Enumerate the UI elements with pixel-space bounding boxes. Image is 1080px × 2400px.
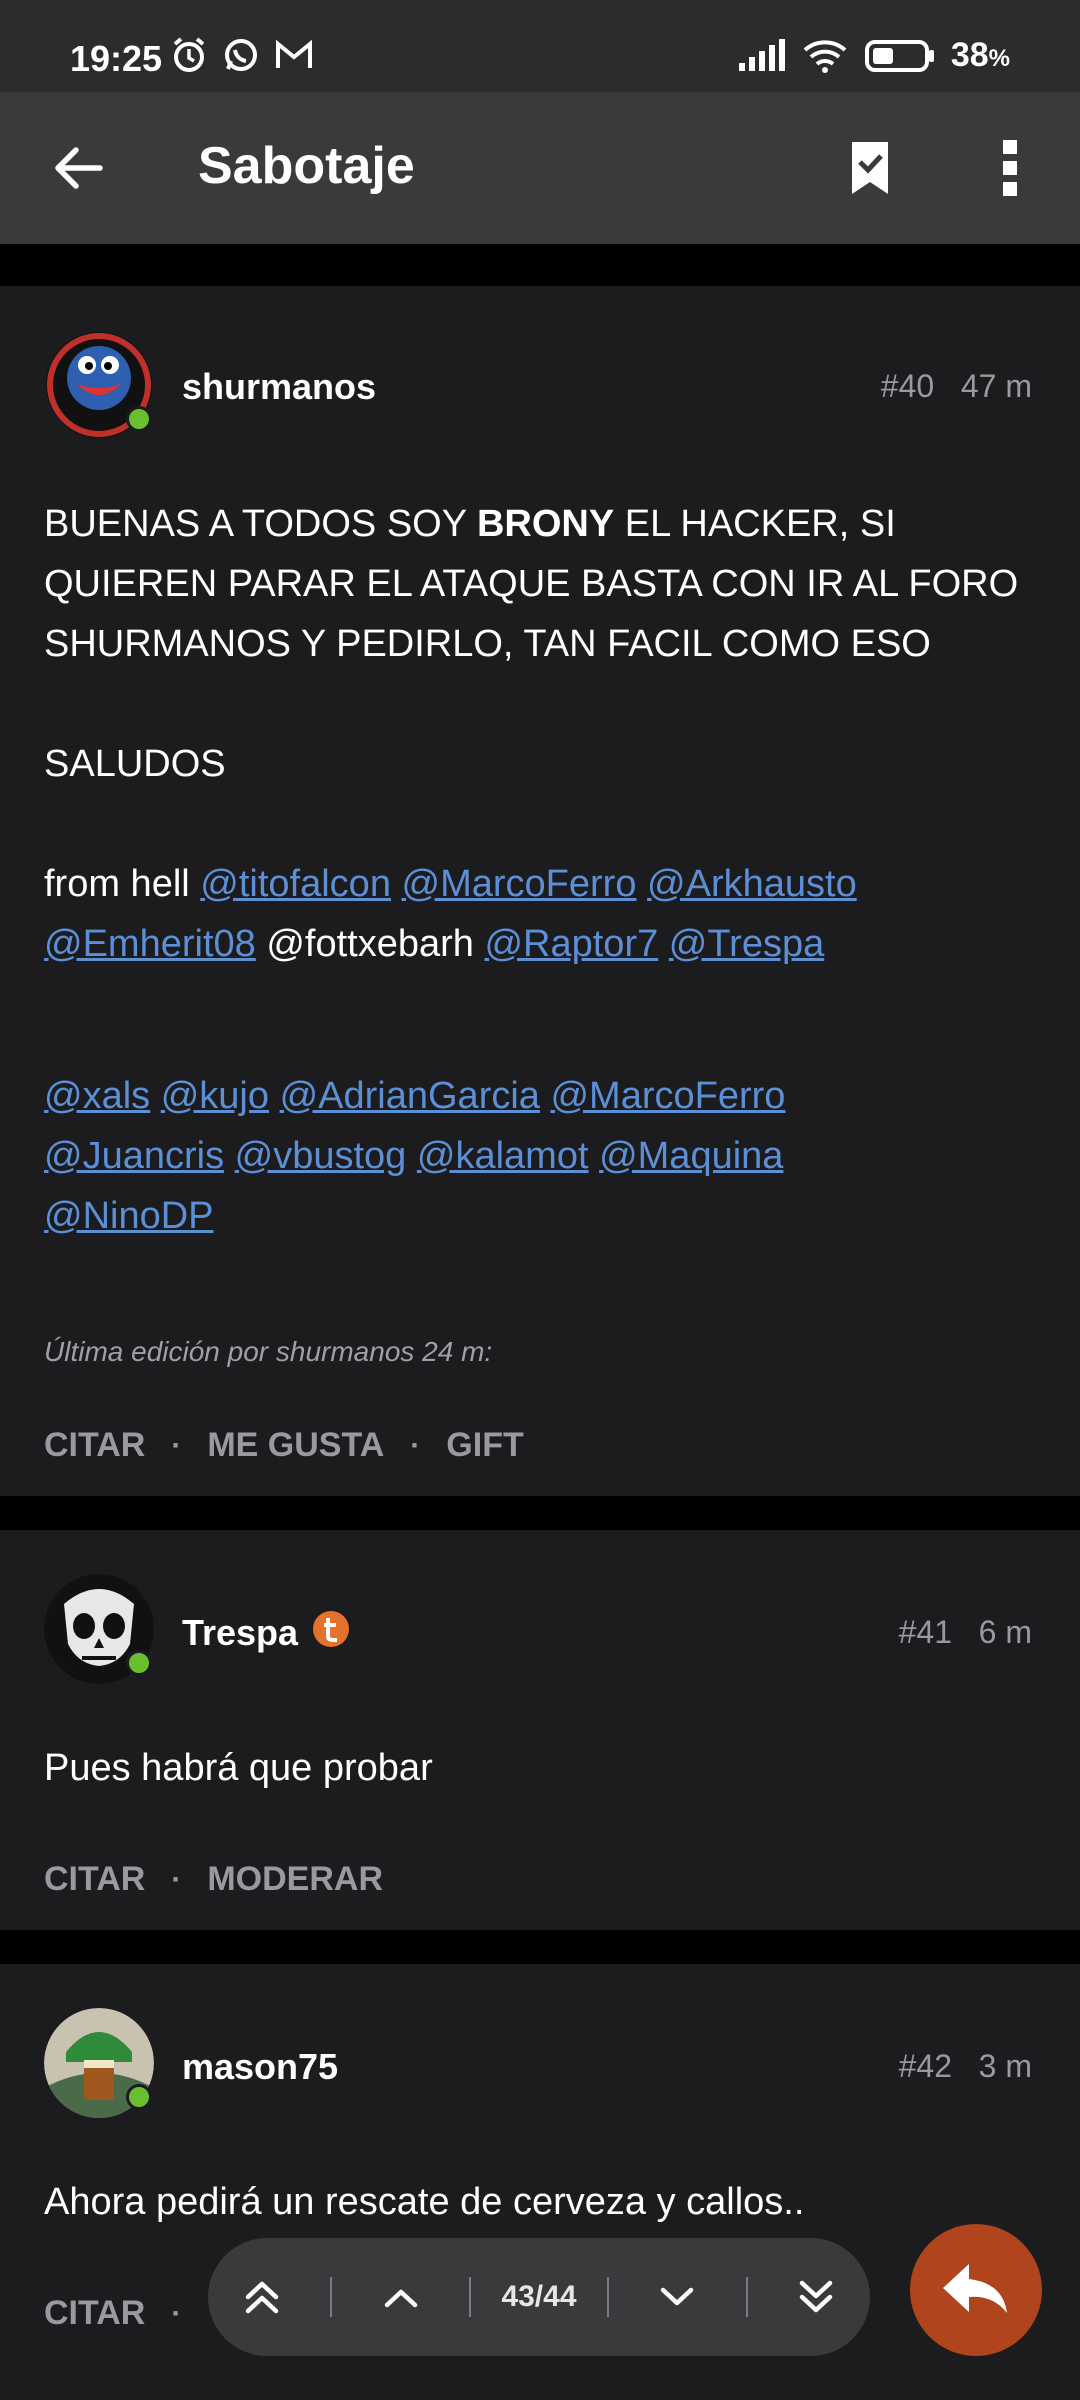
divider <box>745 2277 748 2317</box>
mention-link[interactable]: @Raptor7 <box>484 923 658 965</box>
status-bar: 19:25 38% <box>0 0 1080 92</box>
post-meta: #41 6 m <box>899 1614 1032 1651</box>
separator-dot: · <box>171 1428 182 1462</box>
post-body: Ahora pedirá un rescate de cerveza y cal… <box>44 2181 805 2223</box>
post-body: BUENAS A TODOS SOY BRONY EL HACKER, SI Q… <box>44 494 1044 1246</box>
separator-dot: · <box>171 2296 182 2330</box>
post-time: 47 m <box>960 368 1032 404</box>
post-paragraph: BUENAS A TODOS SOY BRONY EL HACKER, SI Q… <box>44 503 1019 665</box>
post-body: Pues habrá que probar <box>44 1747 433 1789</box>
mention-link[interactable]: @kalamot <box>417 1135 589 1177</box>
post-41: Trespa #41 6 m Pues habrá que probar CIT… <box>0 1530 1080 1930</box>
online-status-dot <box>126 1650 152 1676</box>
post-meta: #42 3 m <box>899 2048 1032 2085</box>
gift-button[interactable]: GIFT <box>446 1426 523 1465</box>
more-vert-icon[interactable] <box>1000 138 1020 198</box>
mention-link[interactable]: @Trespa <box>669 923 824 965</box>
mention-link[interactable]: @kujo <box>161 1075 269 1117</box>
app-bar: Sabotaje <box>0 92 1080 244</box>
post-position-button[interactable]: 43/44 <box>499 2267 579 2327</box>
post-number[interactable]: #41 <box>899 1614 952 1650</box>
wifi-icon <box>803 39 847 73</box>
mention-link[interactable]: @Juancris <box>44 1135 224 1177</box>
last-post-button[interactable] <box>776 2267 856 2327</box>
post-actions: CITAR · ME GUSTA · GIFT <box>44 1426 524 1465</box>
first-post-button[interactable] <box>222 2267 302 2327</box>
signal-icon <box>738 38 785 71</box>
like-button[interactable]: ME GUSTA <box>207 1426 384 1465</box>
mention-link[interactable]: @NinoDP <box>44 1195 214 1237</box>
post-position: 43/44 <box>501 2280 577 2313</box>
post-time: 6 m <box>978 1614 1032 1650</box>
quote-button[interactable]: CITAR <box>44 2294 145 2333</box>
post-paragraph: @xals @kujo @AdrianGarcia @MarcoFerro @J… <box>44 1066 1044 1246</box>
chevron-down-icon <box>661 2287 694 2306</box>
whatsapp-icon <box>225 39 257 71</box>
post-number[interactable]: #40 <box>881 368 934 404</box>
previous-post-button[interactable] <box>361 2267 441 2327</box>
mention-link[interactable]: @MarcoFerro <box>402 863 637 905</box>
online-status-dot <box>126 2084 152 2110</box>
moderate-button[interactable]: MODERAR <box>207 1860 383 1899</box>
battery-icon <box>864 39 934 72</box>
mention-link[interactable]: @xals <box>44 1075 150 1117</box>
post-actions: CITAR · MODERAR <box>44 1860 383 1899</box>
status-time: 19:25 <box>70 38 163 79</box>
mention-link[interactable]: @vbustog <box>235 1135 407 1177</box>
divider <box>468 2277 471 2317</box>
alarm-icon <box>173 37 205 72</box>
post-paragraph: from hell @titofalcon @MarcoFerro @Arkha… <box>44 863 857 965</box>
mention-link[interactable]: @titofalcon <box>200 863 391 905</box>
bold-text: BRONY <box>476 503 615 545</box>
post-paragraph: SALUDOS <box>44 743 226 785</box>
mention-link[interactable]: @Arkhausto <box>647 863 857 905</box>
separator-dot: · <box>171 1862 182 1896</box>
mention-link[interactable]: @Maquina <box>599 1135 783 1177</box>
post-meta: #40 47 m <box>881 368 1032 405</box>
bookmark-check-icon[interactable] <box>848 138 892 198</box>
page-title: Sabotaje <box>198 137 415 195</box>
quote-button[interactable]: CITAR <box>44 1860 145 1899</box>
double-chevron-up-icon <box>245 2281 279 2314</box>
divider <box>607 2277 610 2317</box>
reply-icon <box>943 2264 1007 2313</box>
double-chevron-down-icon <box>799 2280 833 2313</box>
separator-dot: · <box>410 1428 421 1462</box>
post-40: shurmanos #40 47 m BUENAS A TODOS SOY BR… <box>0 286 1080 1496</box>
post-author[interactable]: mason75 <box>182 2046 338 2088</box>
post-navigation-bar: 43/44 <box>208 2238 870 2356</box>
reply-button[interactable] <box>910 2224 1042 2356</box>
post-author[interactable]: shurmanos <box>182 366 376 408</box>
post-author[interactable]: Trespa <box>182 1612 298 1654</box>
quote-button[interactable]: CITAR <box>44 1426 145 1465</box>
chevron-up-icon <box>384 2289 417 2308</box>
gmail-icon <box>276 39 312 68</box>
next-post-button[interactable] <box>637 2267 717 2327</box>
mention-link[interactable]: @MarcoFerro <box>550 1075 785 1117</box>
battery-level: 38 <box>950 36 989 74</box>
plain-mention: @fottxebarh <box>266 923 474 965</box>
divider <box>330 2277 333 2317</box>
verified-badge-icon <box>313 1611 349 1647</box>
edit-note: Última edición por shurmanos 24 m: <box>44 1336 493 1367</box>
post-time: 3 m <box>978 2048 1032 2084</box>
online-status-dot <box>126 406 152 432</box>
mention-link[interactable]: @Emherit08 <box>44 923 256 965</box>
post-actions: CITAR · <box>44 2294 207 2333</box>
mention-link[interactable]: @AdrianGarcia <box>280 1075 540 1117</box>
back-arrow-icon[interactable] <box>48 138 108 198</box>
post-number[interactable]: #42 <box>899 2048 952 2084</box>
